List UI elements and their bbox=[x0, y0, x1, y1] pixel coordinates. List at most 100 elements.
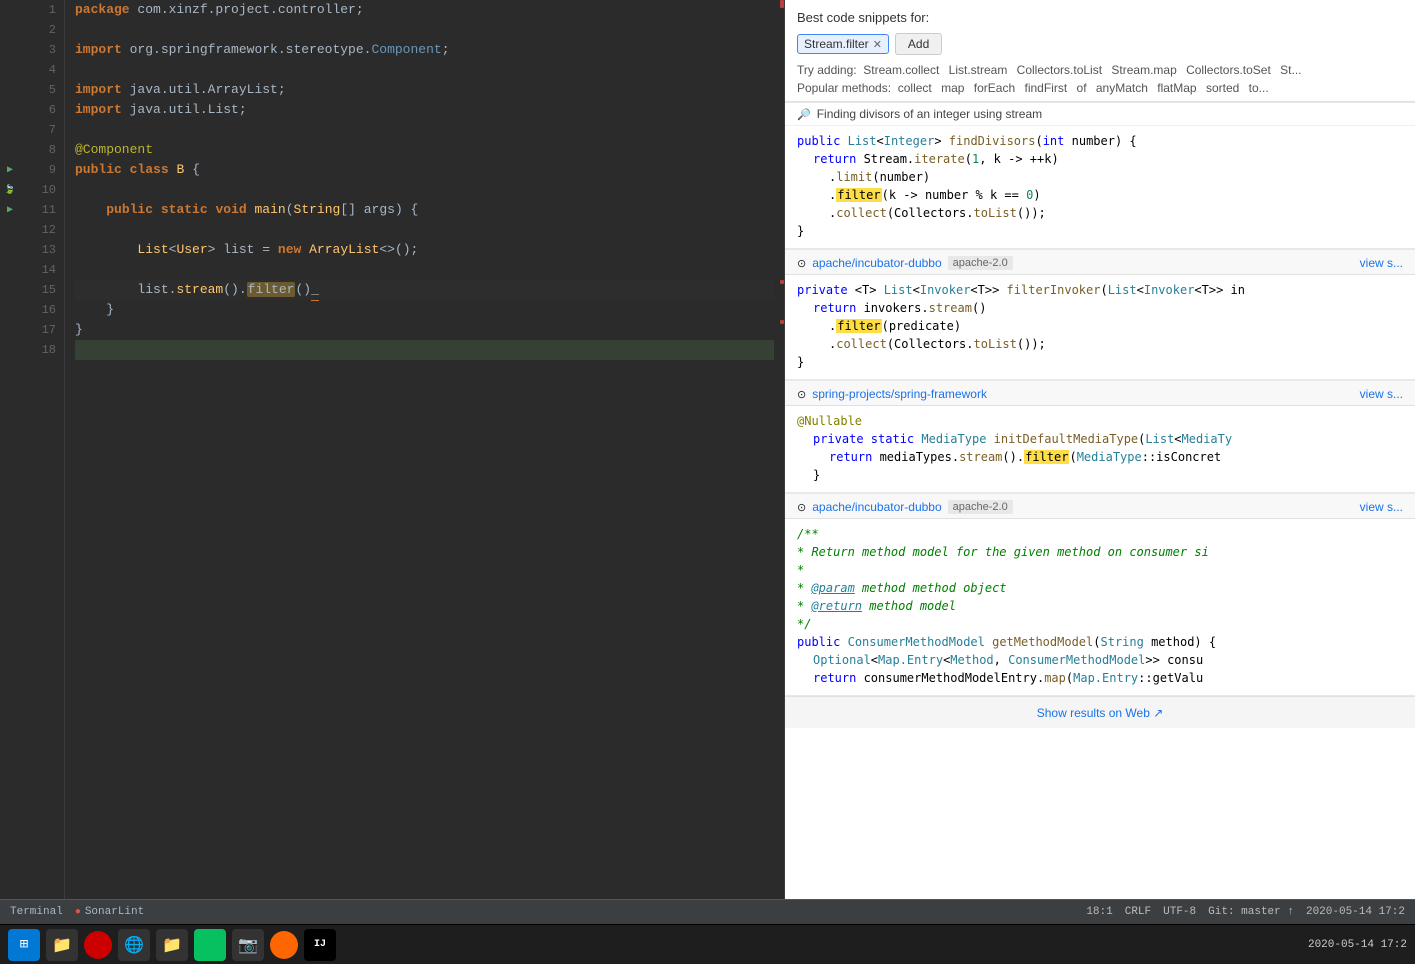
taskbar-intellij-icon[interactable]: IJ bbox=[304, 929, 336, 961]
snippet-line-3-3: return mediaTypes.stream().filter(MediaT… bbox=[829, 448, 1403, 466]
run-main-icon[interactable]: ▶ bbox=[0, 200, 20, 220]
code-snippet-4: /** * Return method model for the given … bbox=[785, 519, 1415, 696]
repo-license-2: apache-2.0 bbox=[948, 256, 1013, 270]
line-ending: CRLF bbox=[1125, 906, 1151, 918]
taskbar-windows-icon[interactable]: ⊞ bbox=[8, 929, 40, 961]
code-snippet-2: private <T> List<Invoker<T>> filterInvok… bbox=[785, 275, 1415, 380]
snippet-line-4-8: Optional<Map.Entry<Method, ConsumerMetho… bbox=[813, 651, 1403, 669]
search-bar: Stream.filter ✕ Add bbox=[797, 33, 1403, 55]
snippet-source-left-4: ⊙ apache/incubator-dubbo apache-2.0 bbox=[797, 500, 1013, 514]
method-anymatch[interactable]: anyMatch bbox=[1096, 81, 1148, 95]
code-line-7 bbox=[75, 120, 774, 140]
sonarlint-label: SonarLint bbox=[85, 906, 144, 918]
snippet-line-4-7: public ConsumerMethodModel getMethodMode… bbox=[797, 633, 1403, 651]
try-collectors-toset[interactable]: Collectors.toSet bbox=[1186, 63, 1271, 77]
gutter-17 bbox=[0, 320, 20, 340]
code-snippet-3: @Nullable private static MediaType initD… bbox=[785, 406, 1415, 493]
taskbar-browser-icon[interactable]: 🌐 bbox=[118, 929, 150, 961]
show-web-link[interactable]: Show results on Web ↗ bbox=[1037, 706, 1164, 720]
add-button[interactable]: Add bbox=[895, 33, 942, 55]
code-lines: package com.xinzf.project.controller; im… bbox=[65, 0, 784, 899]
gutter-2 bbox=[0, 20, 20, 40]
sonarlint-tab[interactable]: ● SonarLint bbox=[75, 906, 144, 918]
code-line-1: package com.xinzf.project.controller; bbox=[75, 0, 774, 20]
method-collect[interactable]: collect bbox=[898, 81, 932, 95]
run-class-icon[interactable]: ▶ bbox=[0, 160, 20, 180]
snippet-line-1-3: .limit(number) bbox=[829, 168, 1403, 186]
code-line-14 bbox=[75, 260, 774, 280]
gutter-7 bbox=[0, 120, 20, 140]
github-icon-3: ⊙ bbox=[797, 388, 806, 401]
taskbar-explorer-icon[interactable]: 📁 bbox=[46, 929, 78, 961]
status-bar: Terminal ● SonarLint 18:1 CRLF UTF-8 Git… bbox=[0, 899, 1415, 924]
snippet-line-1-4: .filter(k -> number % k == 0) bbox=[829, 186, 1403, 204]
try-stream-collect[interactable]: Stream.collect bbox=[863, 63, 939, 77]
git-info: Git: master ↑ bbox=[1208, 906, 1294, 918]
repo-name-2[interactable]: apache/incubator-dubbo bbox=[812, 256, 941, 270]
try-stream-map[interactable]: Stream.map bbox=[1111, 63, 1176, 77]
method-of[interactable]: of bbox=[1077, 81, 1087, 95]
code-line-15[interactable]: list.stream().filter()_ bbox=[75, 280, 774, 300]
method-map[interactable]: map bbox=[941, 81, 964, 95]
taskbar-phone-icon[interactable]: 📷 bbox=[232, 929, 264, 961]
try-adding-row: Try adding: Stream.collect List.stream C… bbox=[797, 63, 1403, 77]
view-link-3[interactable]: view s... bbox=[1360, 387, 1403, 401]
charset: UTF-8 bbox=[1163, 906, 1196, 918]
editor-panel: ▶ 🍃 ▶ 12345 678910 1112131415 1617 bbox=[0, 0, 1415, 899]
snippet-line-4-3: * bbox=[797, 561, 1403, 579]
time-display: 2020-05-14 17:2 bbox=[1306, 906, 1405, 918]
repo-license-4: apache-2.0 bbox=[948, 500, 1013, 514]
code-line-10 bbox=[75, 180, 774, 200]
snippet-source-left-2: ⊙ apache/incubator-dubbo apache-2.0 bbox=[797, 256, 1013, 270]
gutter-1 bbox=[0, 0, 20, 20]
snippets-title: Best code snippets for: bbox=[797, 10, 1403, 25]
method-sorted[interactable]: sorted bbox=[1206, 81, 1239, 95]
snippet-line-1-6: } bbox=[797, 222, 1403, 240]
method-more[interactable]: to... bbox=[1249, 81, 1269, 95]
line-numbers: 12345 678910 1112131415 161718 bbox=[20, 0, 65, 899]
method-foreach[interactable]: forEach bbox=[974, 81, 1015, 95]
code-line-11: public static void main(String[] args) { bbox=[75, 200, 774, 220]
snippet-2: ⊙ apache/incubator-dubbo apache-2.0 view… bbox=[785, 249, 1415, 380]
view-link-2[interactable]: view s... bbox=[1360, 256, 1403, 270]
taskbar-chat-icon[interactable] bbox=[194, 929, 226, 961]
snippet-line-4-5: * @return method model bbox=[797, 597, 1403, 615]
code-line-2 bbox=[75, 20, 774, 40]
taskbar: ⊞ 📁 🌐 📁 📷 IJ 2020-05-14 17:2 bbox=[0, 924, 1415, 964]
try-list-stream[interactable]: List.stream bbox=[949, 63, 1008, 77]
snippet-source-left-3: ⊙ spring-projects/spring-framework bbox=[797, 387, 987, 401]
finding-icon-1: 🔎 bbox=[797, 108, 811, 121]
gutter-3 bbox=[0, 40, 20, 60]
snippet-line-1-5: .collect(Collectors.toList()); bbox=[829, 204, 1403, 222]
gutter-4 bbox=[0, 60, 20, 80]
snippet-line-4-6: */ bbox=[797, 615, 1403, 633]
snippet-line-3-4: } bbox=[813, 466, 1403, 484]
code-line-6: import java.util.List; bbox=[75, 100, 774, 120]
code-line-9: public class B { bbox=[75, 160, 774, 180]
taskbar-folder-icon[interactable]: 📁 bbox=[156, 929, 188, 961]
repo-name-3[interactable]: spring-projects/spring-framework bbox=[812, 387, 987, 401]
gutter-16 bbox=[0, 300, 20, 320]
view-link-4[interactable]: view s... bbox=[1360, 500, 1403, 514]
try-collectors-tolist[interactable]: Collectors.toList bbox=[1017, 63, 1102, 77]
status-left: Terminal ● SonarLint bbox=[10, 906, 144, 918]
repo-name-4[interactable]: apache/incubator-dubbo bbox=[812, 500, 941, 514]
search-tag-close-icon[interactable]: ✕ bbox=[873, 38, 882, 51]
taskbar-settings-icon[interactable] bbox=[270, 931, 298, 959]
terminal-tab[interactable]: Terminal bbox=[10, 906, 63, 918]
snippet-line-3-2: private static MediaType initDefaultMedi… bbox=[813, 430, 1403, 448]
snippet-1: 🔎 Finding divisors of an integer using s… bbox=[785, 102, 1415, 249]
code-line-17: } bbox=[75, 320, 774, 340]
gutter-5 bbox=[0, 80, 20, 100]
method-flatmap[interactable]: flatMap bbox=[1157, 81, 1196, 95]
github-icon-4: ⊙ bbox=[797, 501, 806, 514]
taskbar-red-icon[interactable] bbox=[84, 931, 112, 959]
code-line-13: List<User> list = new ArrayList<>(); bbox=[75, 240, 774, 260]
sonarlint-icon: ● bbox=[75, 907, 81, 918]
method-findfirst[interactable]: findFirst bbox=[1024, 81, 1067, 95]
snippet-line-4-9: return consumerMethodModelEntry.map(Map.… bbox=[813, 669, 1403, 687]
search-tag-text: Stream.filter bbox=[804, 37, 869, 51]
bean-icon: 🍃 bbox=[0, 180, 20, 200]
try-more[interactable]: St... bbox=[1280, 63, 1301, 77]
snippet-4: ⊙ apache/incubator-dubbo apache-2.0 view… bbox=[785, 493, 1415, 696]
